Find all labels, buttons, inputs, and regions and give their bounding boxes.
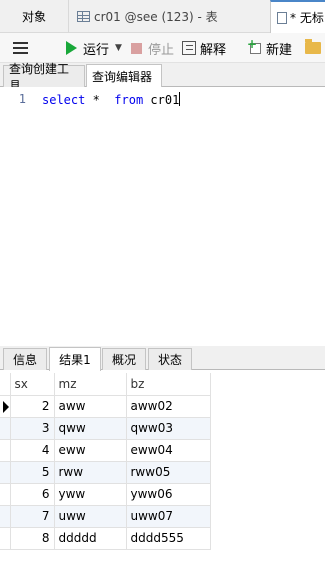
new-button[interactable]: 新建 xyxy=(247,33,293,63)
cell-bz[interactable]: eww04 xyxy=(126,439,211,462)
cell-bz[interactable]: aww02 xyxy=(126,395,211,418)
row-indicator[interactable] xyxy=(0,483,11,506)
stop-label: 停止 xyxy=(148,42,175,58)
play-icon xyxy=(66,41,77,55)
cell-mz[interactable]: aww xyxy=(54,395,127,418)
table-row[interactable]: 6 yww yww06 xyxy=(0,483,211,506)
tab-profile[interactable]: 概况 xyxy=(102,348,146,370)
tab-info-label: 信息 xyxy=(12,353,37,367)
keyword-select: select xyxy=(42,93,86,107)
table-row[interactable]: 3 qww qww03 xyxy=(0,417,211,440)
tab-query-label: * 无标 xyxy=(290,11,324,25)
tab-result-1[interactable]: 结果1 xyxy=(49,347,101,371)
table-row[interactable]: 4 eww eww04 xyxy=(0,439,211,462)
tab-info[interactable]: 信息 xyxy=(3,348,47,370)
chevron-down-icon[interactable]: ▼ xyxy=(115,43,122,53)
tab-status[interactable]: 状态 xyxy=(148,348,192,370)
column-header-mz[interactable]: mz xyxy=(54,373,127,396)
text-cursor xyxy=(179,92,181,106)
cell-sx[interactable]: 8 xyxy=(10,527,55,550)
line-number-gutter: 1 xyxy=(0,87,32,343)
run-button[interactable]: 运行 ▼ xyxy=(66,33,122,63)
select-star: * xyxy=(85,93,108,107)
cell-bz[interactable]: uww07 xyxy=(126,505,211,528)
tab-untitled-query[interactable]: * 无标 xyxy=(270,0,325,33)
cell-bz[interactable]: rww05 xyxy=(126,461,211,484)
current-row-arrow-icon xyxy=(3,400,9,413)
load-button[interactable] xyxy=(305,33,321,63)
tab-table-cr01[interactable]: cr01 @see (123) - 表 xyxy=(68,0,269,33)
stop-button[interactable]: 停止 xyxy=(131,33,174,63)
cell-sx[interactable]: 2 xyxy=(10,395,55,418)
query-mode-tabs: 查询创建工具 查询编辑器 xyxy=(0,62,325,93)
row-indicator[interactable] xyxy=(0,395,11,418)
explain-button[interactable]: 解释 xyxy=(182,33,226,63)
sql-code-line[interactable]: select * from cr01 xyxy=(42,92,181,107)
run-label: 运行 xyxy=(83,42,110,58)
stop-icon xyxy=(131,42,142,54)
tab-query-editor-label: 查询编辑器 xyxy=(92,70,153,84)
row-indicator[interactable] xyxy=(0,461,11,484)
cell-sx[interactable]: 7 xyxy=(10,505,55,528)
tab-query-builder[interactable]: 查询创建工具 xyxy=(3,62,85,93)
cell-mz[interactable]: yww xyxy=(54,483,127,506)
table-row[interactable]: 5 rww rww05 xyxy=(0,461,211,484)
column-header-bz[interactable]: bz xyxy=(126,373,211,396)
table-icon xyxy=(77,11,90,22)
table-identifier: cr01 xyxy=(143,93,180,107)
cell-mz[interactable]: uww xyxy=(54,505,127,528)
result-grid[interactable]: sx mz bz 2 aww aww02 3 qww qww03 4 eww e… xyxy=(0,373,325,564)
explain-label: 解释 xyxy=(200,42,227,58)
tab-result-1-label: 结果1 xyxy=(59,353,91,367)
result-tab-bar: 信息 结果1 概况 状态 xyxy=(0,346,325,371)
table-row[interactable]: 7 uww uww07 xyxy=(0,505,211,528)
new-query-icon xyxy=(247,37,262,55)
tab-objects[interactable]: 对象 xyxy=(0,0,68,33)
table-row[interactable]: 8 ddddd dddd555 xyxy=(0,527,211,550)
row-indicator[interactable] xyxy=(0,527,11,550)
query-toolbar: 运行 ▼ 停止 解释 新建 xyxy=(0,33,325,63)
cell-sx[interactable]: 3 xyxy=(10,417,55,440)
table-row[interactable]: 2 aww aww02 xyxy=(0,395,211,418)
tab-objects-label: 对象 xyxy=(21,10,46,24)
cell-mz[interactable]: qww xyxy=(54,417,127,440)
row-indicator[interactable] xyxy=(0,439,11,462)
document-tab-bar: 对象 cr01 @see (123) - 表 * 无标 xyxy=(0,0,325,33)
cell-sx[interactable]: 6 xyxy=(10,483,55,506)
cell-bz[interactable]: qww03 xyxy=(126,417,211,440)
cell-mz[interactable]: eww xyxy=(54,439,127,462)
tab-table-label: cr01 @see (123) - 表 xyxy=(94,10,218,24)
keyword-from: from xyxy=(114,93,144,107)
line-number: 1 xyxy=(18,92,26,106)
row-indicator-header xyxy=(0,373,11,396)
header-row: sx mz bz xyxy=(0,373,211,396)
cell-mz[interactable]: rww xyxy=(54,461,127,484)
tab-status-label: 状态 xyxy=(157,353,182,367)
folder-icon xyxy=(305,39,321,54)
explain-icon xyxy=(182,41,196,55)
result-table: sx mz bz 2 aww aww02 3 qww qww03 4 eww e… xyxy=(0,373,211,550)
sql-editor[interactable]: 1 select * from cr01 xyxy=(0,87,325,343)
tab-query-editor[interactable]: 查询编辑器 xyxy=(86,64,162,88)
cell-sx[interactable]: 4 xyxy=(10,439,55,462)
row-indicator[interactable] xyxy=(0,505,11,528)
new-label: 新建 xyxy=(266,42,293,58)
menu-icon[interactable] xyxy=(12,33,28,63)
cell-bz[interactable]: dddd555 xyxy=(126,527,211,550)
cell-bz[interactable]: yww06 xyxy=(126,483,211,506)
cell-sx[interactable]: 5 xyxy=(10,461,55,484)
cell-mz[interactable]: ddddd xyxy=(54,527,127,550)
tab-profile-label: 概况 xyxy=(111,353,136,367)
column-header-sx[interactable]: sx xyxy=(10,373,55,396)
row-indicator[interactable] xyxy=(0,417,11,440)
query-icon xyxy=(277,11,287,24)
